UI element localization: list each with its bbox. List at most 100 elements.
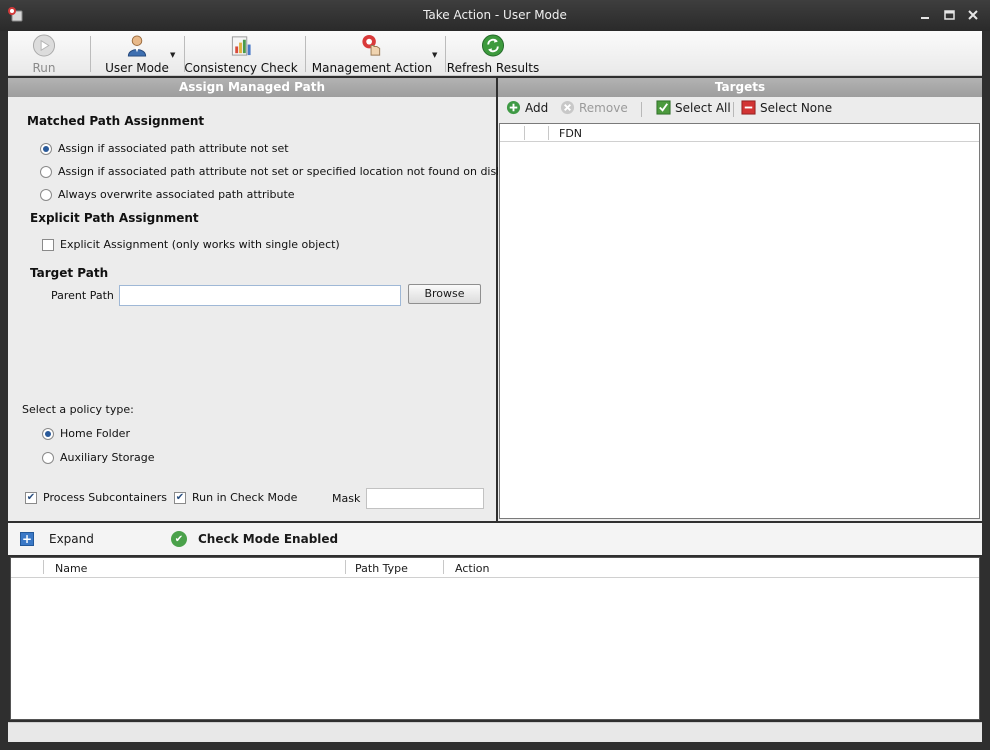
expand-label: Expand — [49, 532, 94, 546]
targets-panel-header: Targets — [498, 78, 982, 97]
chart-icon — [231, 36, 251, 56]
policy-option-label: Home Folder — [60, 427, 130, 440]
target-path-title: Target Path — [30, 266, 109, 280]
management-action-button[interactable]: Management Action — [312, 33, 432, 75]
remove-button[interactable]: Remove — [560, 100, 628, 115]
run-check-mode-label: Run in Check Mode — [192, 491, 298, 504]
user-mode-dropdown-icon[interactable]: ▼ — [170, 51, 175, 59]
management-action-icon — [362, 34, 381, 56]
explicit-assignment-checkbox[interactable]: Explicit Assignment (only works with sin… — [42, 238, 340, 251]
window-title: Take Action - User Mode — [423, 8, 567, 22]
targets-panel: Targets Add Remove Select All Select Non… — [498, 78, 982, 521]
radio-button[interactable] — [42, 451, 54, 464]
management-action-dropdown-icon[interactable]: ▼ — [432, 51, 437, 59]
status-strip — [8, 722, 982, 742]
matched-option-2[interactable]: Always overwrite associated path attribu… — [40, 188, 295, 201]
title-bar: Take Action - User Mode — [0, 0, 990, 31]
name-column-header[interactable]: Name — [55, 562, 87, 575]
radio-button[interactable] — [40, 188, 52, 201]
parent-path-input[interactable] — [119, 285, 401, 306]
run-check-mode-checkbox[interactable]: ✔ Run in Check Mode — [174, 491, 297, 504]
run-label: Run — [32, 61, 56, 75]
main-toolbar: Run User Mode ▼ Consistency Check Manage… — [8, 31, 982, 76]
column-separator — [443, 560, 444, 574]
targets-grid-header: FDN — [500, 124, 979, 142]
user-icon — [127, 35, 147, 57]
check-circle-icon: ✔ — [171, 531, 187, 547]
check-mode-label: Check Mode Enabled — [198, 532, 339, 546]
column-separator — [524, 126, 525, 140]
run-button[interactable]: Run — [28, 33, 60, 75]
checkbox[interactable]: ✔ — [25, 491, 37, 504]
user-mode-label: User Mode — [105, 61, 169, 75]
user-mode-button[interactable]: User Mode — [105, 33, 169, 75]
matched-option-1[interactable]: Assign if associated path attribute not … — [40, 165, 503, 178]
play-icon — [32, 34, 56, 57]
remove-label: Remove — [579, 100, 628, 115]
select-all-button[interactable]: Select All — [656, 100, 731, 115]
results-grid[interactable]: Name Path Type Action — [10, 557, 980, 720]
checkbox[interactable] — [42, 238, 54, 251]
matched-option-label: Assign if associated path attribute not … — [58, 142, 289, 155]
action-column-header[interactable]: Action — [455, 562, 489, 575]
explicit-path-title: Explicit Path Assignment — [30, 211, 199, 225]
policy-option-auxiliary-storage[interactable]: Auxiliary Storage — [42, 451, 154, 464]
select-none-button[interactable]: Select None — [741, 100, 832, 115]
close-button[interactable] — [966, 8, 980, 22]
toolbar-separator — [90, 36, 91, 72]
add-button[interactable]: Add — [506, 100, 548, 115]
maximize-icon — [943, 10, 955, 20]
matched-option-label: Always overwrite associated path attribu… — [58, 188, 295, 201]
mask-label: Mask — [332, 492, 361, 505]
remove-icon — [560, 100, 575, 115]
select-all-icon — [656, 100, 671, 115]
policy-option-label: Auxiliary Storage — [60, 451, 155, 464]
column-separator — [548, 126, 549, 140]
matched-path-title: Matched Path Assignment — [27, 114, 205, 128]
mask-input[interactable] — [366, 488, 484, 509]
browse-button[interactable]: Browse — [408, 284, 481, 304]
add-icon — [506, 100, 521, 115]
radio-button[interactable] — [42, 427, 54, 440]
minimize-button[interactable] — [918, 8, 932, 22]
toolbar-separator — [641, 102, 642, 117]
add-label: Add — [525, 100, 549, 115]
consistency-check-button[interactable]: Consistency Check — [184, 33, 298, 75]
select-none-icon — [741, 100, 756, 115]
results-toolbar: + Expand ✔ Check Mode Enabled — [8, 523, 982, 555]
refresh-results-label: Refresh Results — [446, 61, 540, 75]
minimize-icon — [921, 17, 929, 19]
column-separator — [43, 560, 44, 574]
expand-icon: + — [20, 532, 34, 546]
targets-grid[interactable]: FDN — [499, 123, 980, 519]
assign-panel-header: Assign Managed Path — [8, 78, 496, 97]
take-action-window: Take Action - User Mode Run User Mode ▼ … — [0, 0, 990, 750]
radio-button[interactable] — [40, 165, 52, 178]
process-subcontainers-checkbox[interactable]: ✔ Process Subcontainers — [25, 491, 167, 504]
checkbox[interactable]: ✔ — [174, 491, 186, 504]
toolbar-separator — [305, 36, 306, 72]
column-separator — [345, 560, 346, 574]
expand-button[interactable]: + Expand — [20, 532, 94, 546]
window-controls — [918, 8, 980, 22]
radio-button[interactable] — [40, 142, 52, 155]
management-action-label: Management Action — [311, 61, 433, 75]
check-mode-status: ✔ Check Mode Enabled — [171, 531, 338, 547]
process-subcontainers-label: Process Subcontainers — [43, 491, 168, 504]
consistency-check-label: Consistency Check — [184, 61, 298, 75]
close-icon — [968, 10, 978, 20]
fdn-column-header[interactable]: FDN — [559, 127, 582, 140]
matched-option-0[interactable]: Assign if associated path attribute not … — [40, 142, 289, 155]
path-type-column-header[interactable]: Path Type — [355, 562, 408, 575]
targets-toolbar: Add Remove Select All Select None — [498, 97, 982, 121]
toolbar-separator — [733, 102, 734, 117]
explicit-assignment-label: Explicit Assignment (only works with sin… — [60, 238, 340, 251]
select-all-label: Select All — [675, 100, 731, 115]
matched-option-label: Assign if associated path attribute not … — [58, 165, 503, 178]
results-grid-header: Name Path Type Action — [11, 558, 979, 578]
refresh-results-button[interactable]: Refresh Results — [447, 33, 539, 75]
maximize-button[interactable] — [942, 8, 956, 22]
assign-managed-path-panel: Assign Managed Path Matched Path Assignm… — [8, 78, 503, 521]
select-none-label: Select None — [760, 100, 833, 115]
policy-option-home-folder[interactable]: Home Folder — [42, 427, 130, 440]
